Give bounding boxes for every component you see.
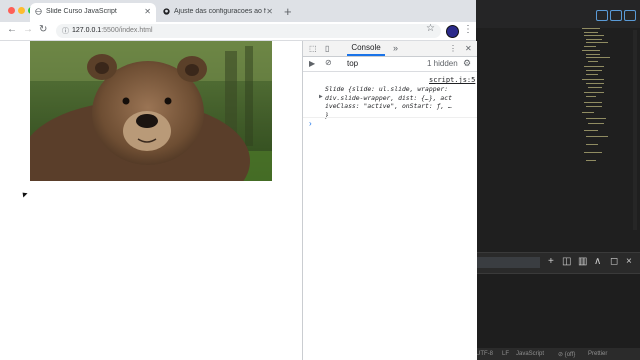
browser-menu-icon[interactable]: ⋮ xyxy=(463,24,473,35)
forward-icon[interactable]: → xyxy=(23,24,33,35)
tab-console[interactable]: Console xyxy=(347,41,385,56)
log-line: Slide {slide: ul.slide, wrapper: xyxy=(325,85,449,93)
profile-avatar[interactable] xyxy=(446,25,459,38)
status-formatter[interactable]: ⊘ {off} xyxy=(558,351,575,358)
back-icon[interactable]: ← xyxy=(7,24,17,35)
info-icon[interactable]: ⓘ xyxy=(62,26,69,36)
page-viewport xyxy=(0,41,302,360)
editor-title-bar xyxy=(476,0,640,28)
tab-label: Ajuste das configuracoes ao fa xyxy=(174,8,266,15)
editor-status-bar: UTF-8 LF JavaScript ⊘ {off} Prettier xyxy=(476,348,640,360)
log-line: } xyxy=(325,110,329,119)
sidebar-toggle-icon[interactable]: ▶ xyxy=(309,59,315,68)
devtools-panel: ⬚ ▯ Console » ⋮ ✕ ▶ ⊘ top 1 hidden ⚙ scr… xyxy=(302,41,477,360)
maximize-panel-icon[interactable]: ◻ xyxy=(610,256,618,267)
compare-icon[interactable] xyxy=(610,10,622,21)
console-prompt[interactable]: › xyxy=(309,119,312,128)
close-devtools-icon[interactable]: ✕ xyxy=(465,44,472,53)
browser-window: Slide Curso JavaScript ✕ Ajuste das conf… xyxy=(0,0,477,360)
status-prettier[interactable]: Prettier xyxy=(588,351,607,357)
github-icon xyxy=(163,8,170,15)
code-editor-window: + ◫ ▥ ∧ ◻ × UTF-8 LF JavaScript ⊘ {off} … xyxy=(476,0,640,360)
trash-icon[interactable]: ▥ xyxy=(578,256,587,267)
devtools-tab-bar: ⬚ ▯ Console » ⋮ ✕ xyxy=(303,41,477,57)
more-tabs-icon[interactable]: » xyxy=(393,43,398,53)
clear-console-icon[interactable]: ⊘ xyxy=(325,58,332,67)
close-window-button[interactable] xyxy=(8,7,15,14)
minimap[interactable] xyxy=(580,26,620,176)
slide-image-bear xyxy=(30,41,272,181)
gear-icon[interactable]: ⚙ xyxy=(463,58,471,69)
split-editor-icon[interactable] xyxy=(596,10,608,21)
log-divider xyxy=(303,117,477,118)
close-tab-icon[interactable]: ✕ xyxy=(266,7,273,16)
tab-strip: Slide Curso JavaScript ✕ Ajuste das conf… xyxy=(0,0,476,22)
hidden-messages-count: 1 hidden xyxy=(427,59,458,68)
close-panel-icon[interactable]: × xyxy=(626,256,632,267)
editor-scrollbar[interactable] xyxy=(633,30,637,230)
chevron-up-icon[interactable]: ∧ xyxy=(594,256,601,267)
terminal-panel[interactable] xyxy=(476,274,640,348)
close-tab-icon[interactable]: ✕ xyxy=(144,7,151,16)
status-encoding[interactable]: UTF-8 xyxy=(476,351,493,357)
new-tab-button[interactable]: + xyxy=(284,4,292,19)
panel-title-bar: + ◫ ▥ ∧ ◻ × xyxy=(476,252,640,274)
layout-icon[interactable] xyxy=(624,10,636,21)
split-terminal-icon[interactable]: ◫ xyxy=(562,256,571,267)
address-bar[interactable]: ⓘ 127.0.0.1:5500/index.html xyxy=(56,24,441,38)
inspect-element-icon[interactable]: ⬚ xyxy=(309,44,317,53)
log-line: iveClass: "active", onStart: ƒ, … xyxy=(325,102,452,111)
browser-toolbar: ← → ↻ ⓘ 127.0.0.1:5500/index.html xyxy=(0,22,476,41)
tab-ajuste-configuracoes[interactable]: Ajuste das configuracoes ao fa ✕ xyxy=(158,3,278,22)
console-filter-bar: ▶ ⊘ top 1 hidden ⚙ xyxy=(303,57,477,72)
log-line: div.slide-wrapper, dist: {…}, act xyxy=(325,93,452,102)
context-selector[interactable]: top xyxy=(347,59,358,68)
mouse-cursor xyxy=(20,190,28,198)
status-language[interactable]: JavaScript xyxy=(516,351,544,357)
tab-label: Slide Curso JavaScript xyxy=(46,8,117,15)
new-terminal-icon[interactable]: + xyxy=(548,256,554,267)
minimize-window-button[interactable] xyxy=(18,7,25,14)
bookmark-star-icon[interactable]: ☆ xyxy=(426,23,435,34)
url-text: 127.0.0.1:5500/index.html xyxy=(72,27,153,34)
devtools-menu-icon[interactable]: ⋮ xyxy=(449,44,457,53)
globe-icon xyxy=(35,8,42,15)
expand-caret-icon[interactable]: ▶ xyxy=(319,93,323,102)
terminal-selector[interactable] xyxy=(476,257,540,268)
reload-icon[interactable]: ↻ xyxy=(39,24,47,35)
source-link[interactable]: script.js:5 xyxy=(429,76,475,84)
console-log-entry[interactable]: ▶ Slide {slide: ul.slide, wrapper: div.s… xyxy=(319,85,473,119)
tab-slide-curso[interactable]: Slide Curso JavaScript ✕ xyxy=(30,3,156,22)
status-eol[interactable]: LF xyxy=(502,351,509,357)
device-toolbar-icon[interactable]: ▯ xyxy=(325,44,329,53)
